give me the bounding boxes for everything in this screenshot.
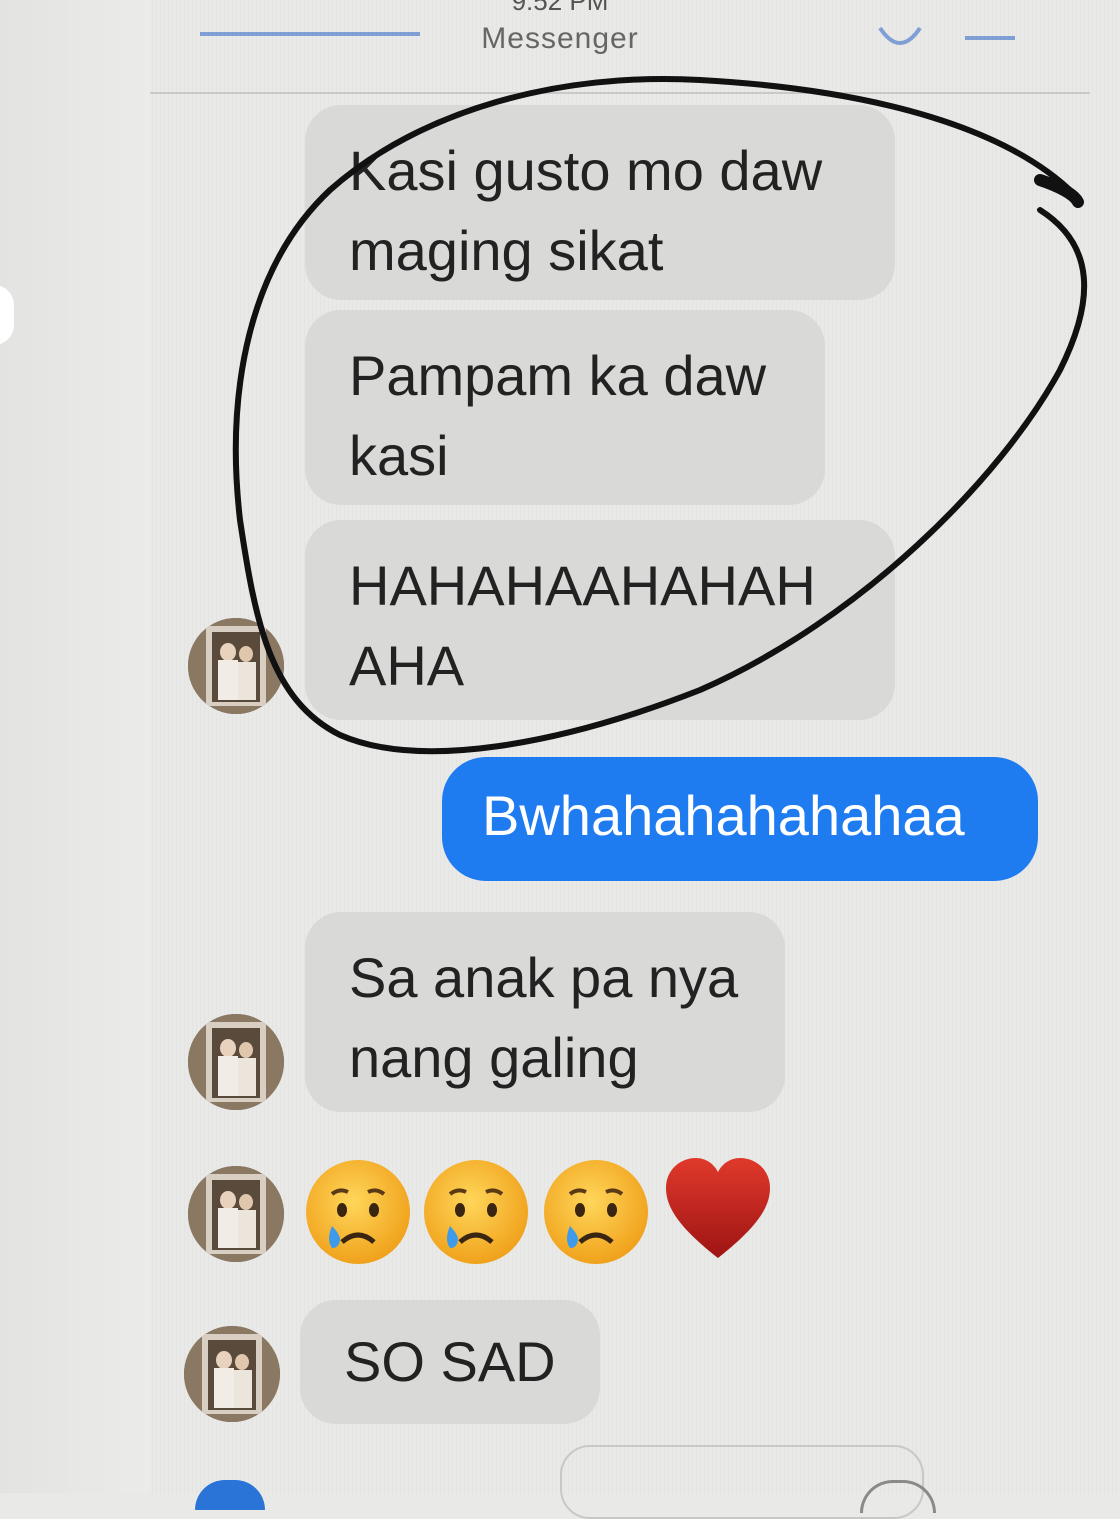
camera-icon[interactable] [195, 1480, 265, 1510]
message-text: HAHAHAAHAHAH [349, 554, 816, 617]
message-text: Pampam ka daw [349, 344, 767, 407]
contact-avatar[interactable] [188, 618, 284, 714]
message-bubble-incoming[interactable]: SO SAD [300, 1300, 600, 1424]
back-arrow-icon[interactable] [200, 30, 420, 38]
message-text: kasi [349, 424, 449, 487]
crying-face-icon[interactable] [302, 1156, 414, 1268]
crying-face-icon[interactable] [540, 1156, 652, 1268]
info-icon[interactable] [960, 18, 1020, 58]
status-time: 9:52 PM [511, 0, 609, 16]
message-bubble-incoming[interactable]: HAHAHAAHAHAH AHA [305, 520, 895, 720]
message-text: nang galing [349, 1026, 639, 1089]
message-bubble-outgoing[interactable]: Bwhahahahahahaa [442, 757, 1038, 881]
screen-edge [0, 0, 150, 1493]
message-text: AHA [349, 634, 465, 697]
message-bubble-incoming[interactable]: Pampam ka daw kasi [305, 310, 825, 505]
crying-face-icon[interactable] [420, 1156, 532, 1268]
message-text: maging sikat [349, 219, 664, 282]
contact-avatar[interactable] [184, 1326, 280, 1422]
message-text: Kasi gusto mo daw [349, 139, 823, 202]
call-icon[interactable] [870, 18, 930, 58]
red-heart-icon[interactable] [660, 1150, 776, 1266]
message-text: Sa anak pa nya [349, 946, 739, 1009]
app-title: Messenger [481, 22, 639, 55]
header-divider [150, 92, 1090, 94]
contact-avatar[interactable] [188, 1166, 284, 1262]
message-bubble-incoming[interactable]: Kasi gusto mo daw maging sikat [305, 105, 895, 300]
contact-avatar[interactable] [188, 1014, 284, 1110]
message-text: Bwhahahahahahaa [482, 784, 965, 847]
message-bubble-incoming[interactable]: Sa anak pa nya nang galing [305, 912, 785, 1112]
message-text: SO SAD [344, 1330, 556, 1393]
